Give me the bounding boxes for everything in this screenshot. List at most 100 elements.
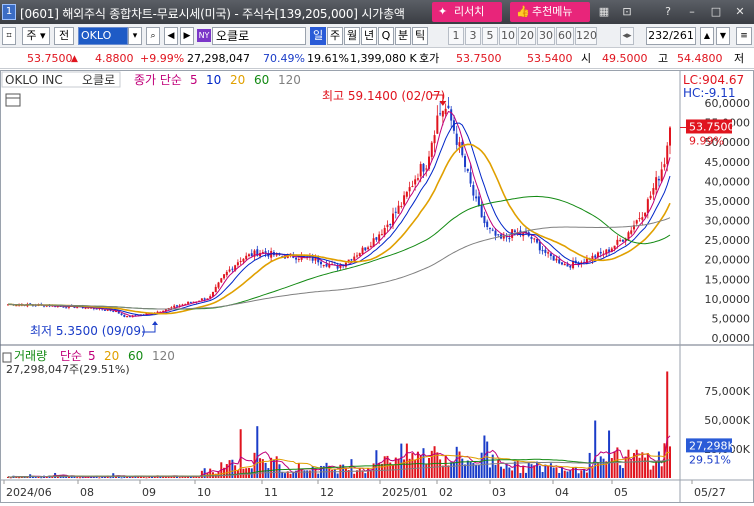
minute-button-30[interactable]: 30 bbox=[537, 27, 555, 45]
help-icon[interactable]: ? bbox=[661, 5, 675, 19]
candle-body bbox=[657, 178, 660, 181]
x-tick-label: 05/27 bbox=[694, 486, 726, 499]
period-button-0[interactable]: 일 bbox=[310, 27, 326, 45]
period-button-3[interactable]: 년 bbox=[361, 27, 377, 45]
search-icon[interactable]: ⌕ bbox=[146, 27, 160, 45]
candle-body bbox=[325, 263, 328, 267]
volume-bar bbox=[638, 457, 641, 478]
all-button[interactable]: 전 bbox=[54, 27, 74, 45]
period-button-1[interactable]: 주 bbox=[327, 27, 343, 45]
candle-body bbox=[569, 265, 572, 268]
x-tick-label: 05 bbox=[614, 486, 628, 499]
x-tick-label: 04 bbox=[555, 486, 569, 499]
volume-bar bbox=[283, 473, 286, 478]
candle-body bbox=[400, 205, 403, 207]
minute-button-10[interactable]: 10 bbox=[499, 27, 517, 45]
candle-body bbox=[380, 234, 383, 236]
volume-bar bbox=[502, 468, 505, 478]
recommend-label: 추천메뉴 bbox=[532, 5, 573, 18]
candle-body bbox=[297, 258, 300, 260]
candle-body bbox=[649, 195, 652, 199]
history-icon[interactable]: ◀ bbox=[164, 27, 178, 45]
type-select[interactable]: 주 ▾ bbox=[22, 27, 50, 45]
tool-select-icon[interactable]: ⌗ bbox=[2, 27, 16, 45]
period-button-5[interactable]: 분 bbox=[395, 27, 411, 45]
candle-body bbox=[106, 309, 109, 311]
next-page-icon[interactable]: ▼ bbox=[716, 27, 730, 45]
volume-bar bbox=[624, 456, 627, 478]
volume-bar bbox=[585, 472, 588, 478]
volume-bar bbox=[411, 453, 414, 478]
research-button[interactable]: ✦ 리서치 bbox=[432, 2, 502, 22]
prev-page-icon[interactable]: ▲ bbox=[700, 27, 714, 45]
candle-body bbox=[466, 168, 469, 172]
volume-bar bbox=[34, 477, 37, 479]
candle-body bbox=[389, 224, 392, 226]
volume-bar bbox=[142, 476, 145, 478]
volume-bar bbox=[552, 467, 555, 478]
code-input[interactable]: OKLO bbox=[78, 27, 128, 45]
low-label: 저 bbox=[734, 52, 745, 65]
volume-bar bbox=[602, 458, 605, 478]
minute-button-5[interactable]: 5 bbox=[482, 27, 498, 45]
volume-current-text: 27,298,047주(29.51%) bbox=[6, 363, 130, 376]
maximize-icon[interactable]: □ bbox=[709, 5, 723, 19]
minute-button-1[interactable]: 1 bbox=[448, 27, 464, 45]
candle-body bbox=[646, 199, 649, 213]
period-button-4[interactable]: Q bbox=[378, 27, 394, 45]
price-change: 4.8800 bbox=[95, 52, 134, 65]
volume-bar bbox=[644, 457, 647, 478]
split-icon[interactable]: ▦ bbox=[597, 5, 611, 19]
volume-bar bbox=[98, 477, 101, 479]
candle-body bbox=[652, 188, 655, 195]
volume-bar bbox=[281, 471, 284, 478]
code-dropdown-icon[interactable]: ▾ bbox=[128, 27, 142, 45]
candle-body bbox=[245, 255, 248, 260]
volume-bar bbox=[599, 456, 602, 478]
candle-body bbox=[544, 249, 547, 253]
volume-bar bbox=[511, 470, 514, 478]
type-label: 주 bbox=[26, 29, 37, 42]
minute-button-20[interactable]: 20 bbox=[518, 27, 536, 45]
volume-ratio: 70.49% bbox=[263, 52, 305, 65]
candle-body bbox=[225, 271, 228, 276]
price-tick-label: 40,0000 bbox=[705, 175, 751, 188]
chart-area[interactable]: 60,000055,000050,000045,000040,000035,00… bbox=[0, 70, 754, 503]
candle-body bbox=[563, 263, 566, 266]
period-button-2[interactable]: 월 bbox=[344, 27, 360, 45]
price-tick-label: 0,0000 bbox=[712, 332, 751, 345]
settings-icon[interactable]: ≡ bbox=[736, 27, 752, 45]
volume-bar bbox=[533, 465, 536, 478]
recommend-menu-button[interactable]: 👍 추천메뉴 bbox=[510, 2, 590, 22]
candle-body bbox=[508, 238, 511, 240]
minute-scroll-icon[interactable]: ◂▸ bbox=[620, 27, 634, 45]
price-tick-label: 30,0000 bbox=[705, 215, 751, 228]
volume-bar bbox=[256, 426, 259, 478]
x-tick-label: 09 bbox=[142, 486, 156, 499]
volume-legend-ma-5: 5 bbox=[88, 349, 96, 363]
resize-icon[interactable]: ⊡ bbox=[620, 5, 634, 19]
volume-bar bbox=[544, 464, 547, 478]
volume-bar bbox=[386, 455, 389, 478]
volume-bar bbox=[464, 464, 467, 478]
minute-button-60[interactable]: 60 bbox=[556, 27, 574, 45]
close-icon[interactable]: ✕ bbox=[733, 5, 747, 19]
candle-body bbox=[472, 185, 475, 196]
candle-body bbox=[549, 253, 552, 256]
x-tick-label: 12 bbox=[320, 486, 334, 499]
volume-bar bbox=[619, 465, 622, 478]
candle-body bbox=[356, 255, 359, 257]
volume-bar bbox=[31, 476, 34, 478]
stock-chart[interactable]: 60,000055,000050,000045,000040,000035,00… bbox=[0, 70, 754, 503]
candle-body bbox=[425, 168, 428, 170]
candle-body bbox=[361, 247, 364, 254]
period-button-6[interactable]: 틱 bbox=[412, 27, 428, 45]
minute-button-3[interactable]: 3 bbox=[465, 27, 481, 45]
minimize-icon[interactable]: – bbox=[685, 5, 699, 19]
candle-body bbox=[619, 240, 622, 242]
volume-bar bbox=[519, 473, 522, 478]
minute-button-120[interactable]: 120 bbox=[575, 27, 597, 45]
next-icon[interactable]: ▶ bbox=[180, 27, 194, 45]
x-tick-label: 11 bbox=[264, 486, 278, 499]
candle-body bbox=[439, 113, 442, 115]
